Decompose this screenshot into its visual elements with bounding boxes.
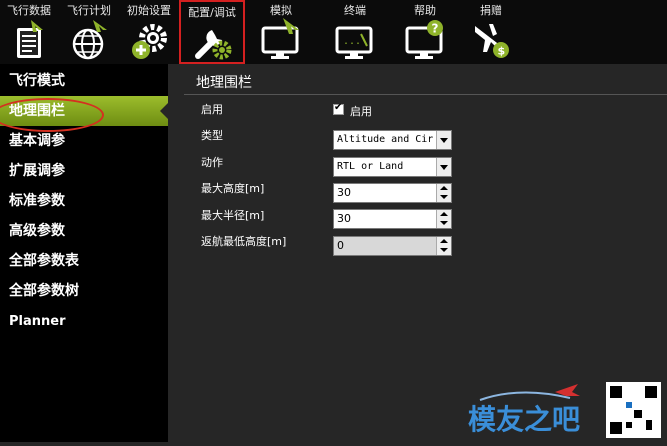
rtl-min-altitude-label: 返航最低高度[m] bbox=[201, 235, 287, 248]
stepper-arrows-icon[interactable] bbox=[436, 237, 451, 255]
max-altitude-label: 最大高度[m] bbox=[201, 182, 265, 195]
config-tuning-wrench-icon bbox=[195, 30, 232, 60]
rtl-min-altitude-value: 0 bbox=[337, 239, 344, 252]
rtl-min-altitude-stepper[interactable]: 0 bbox=[333, 236, 452, 256]
flight-data-icon bbox=[17, 20, 43, 58]
help-monitor-icon: ? bbox=[405, 20, 443, 59]
watermark-logo: 模友之吧 bbox=[460, 378, 667, 442]
enable-checkbox[interactable] bbox=[333, 102, 344, 115]
toolbar-flight-plan[interactable]: 飞行计划 bbox=[60, 0, 118, 64]
panel-divider bbox=[184, 94, 667, 95]
simulation-monitor-icon bbox=[261, 18, 299, 59]
sidebar-item-advanced-params[interactable]: 高级参数 bbox=[0, 216, 168, 246]
chevron-down-icon[interactable] bbox=[436, 131, 451, 149]
max-altitude-value: 30 bbox=[337, 186, 351, 199]
enable-checkbox-label[interactable]: 启用 bbox=[350, 103, 372, 119]
sidebar-item-extended-tuning[interactable]: 扩展调参 bbox=[0, 156, 168, 186]
max-radius-value: 30 bbox=[337, 212, 351, 225]
action-label: 动作 bbox=[201, 156, 223, 169]
toolbar-initial-setup[interactable]: 初始设置 bbox=[120, 0, 178, 64]
toolbar-donate[interactable]: 捐赠 $ bbox=[458, 0, 524, 64]
sidebar: 飞行模式 地理围栏 基本调参 扩展调参 标准参数 高级参数 全部参数表 全部参数… bbox=[0, 64, 168, 442]
toolbar-flight-data[interactable]: 飞行数据 bbox=[0, 0, 58, 64]
flight-plan-globe-icon bbox=[72, 20, 107, 60]
svg-text:...: ... bbox=[343, 36, 361, 47]
max-radius-label: 最大半径[m] bbox=[201, 209, 265, 222]
initial-setup-gear-icon bbox=[132, 24, 167, 59]
fence-action-select[interactable]: RTL or Land bbox=[333, 157, 452, 177]
type-label: 类型 bbox=[201, 129, 223, 142]
toolbar-terminal[interactable]: 终端 ... bbox=[322, 0, 388, 64]
svg-text:?: ? bbox=[432, 22, 439, 36]
toolbar-config-tuning[interactable]: 配置/调试 bbox=[179, 0, 245, 64]
donate-plane-icon: $ bbox=[475, 24, 509, 58]
toolbar-simulation[interactable]: 模拟 bbox=[248, 0, 314, 64]
fence-type-select[interactable]: Altitude and Cir bbox=[333, 130, 452, 150]
main-toolbar: 飞行数据 飞行计划 初始设置 配置/调试 模拟 终端 ... 帮助 ? 捐赠 $ bbox=[0, 0, 667, 64]
fence-type-value: Altitude and Cir bbox=[337, 134, 434, 145]
sidebar-item-full-param-tree[interactable]: 全部参数树 bbox=[0, 276, 168, 306]
fence-action-value: RTL or Land bbox=[337, 161, 404, 172]
enable-label: 启用 bbox=[201, 103, 223, 116]
max-altitude-stepper[interactable]: 30 bbox=[333, 183, 452, 203]
svg-text:$: $ bbox=[498, 45, 506, 58]
stepper-arrows-icon[interactable] bbox=[436, 184, 451, 202]
watermark-text: 模友之吧 bbox=[468, 403, 581, 436]
sidebar-item-planner[interactable]: Planner bbox=[0, 307, 168, 337]
sidebar-item-full-param-list[interactable]: 全部参数表 bbox=[0, 246, 168, 276]
sidebar-item-standard-params[interactable]: 标准参数 bbox=[0, 186, 168, 216]
max-radius-stepper[interactable]: 30 bbox=[333, 209, 452, 229]
toolbar-help[interactable]: 帮助 ? bbox=[392, 0, 458, 64]
terminal-monitor-icon: ... bbox=[335, 26, 373, 59]
sidebar-item-flight-modes[interactable]: 飞行模式 bbox=[0, 66, 168, 96]
chevron-down-icon[interactable] bbox=[436, 158, 451, 176]
panel-title: 地理围栏 bbox=[196, 75, 252, 91]
stepper-arrows-icon[interactable] bbox=[436, 210, 451, 228]
